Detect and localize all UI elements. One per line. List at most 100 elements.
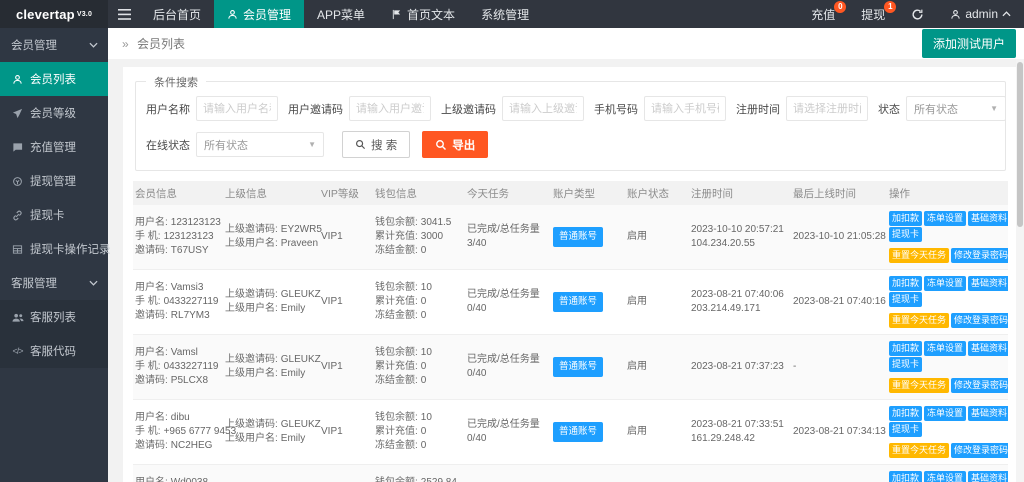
filter-label: 用户名称	[146, 101, 190, 117]
filter-row-2: 在线状态 所有状态 ▼ 搜 索 导出	[146, 131, 995, 158]
action-basic-profile-button[interactable]: 基础资料	[968, 276, 1008, 291]
nav-label: 系统管理	[481, 6, 529, 23]
sidebar-item-label: 会员等级	[30, 105, 76, 121]
action-add-deduct-button[interactable]: 加扣款	[889, 211, 922, 226]
action-add-deduct-button[interactable]: 加扣款	[889, 471, 922, 482]
action-reset-tasks-button[interactable]: 重置今天任务	[889, 443, 949, 458]
export-button[interactable]: 导出	[422, 131, 488, 158]
breadcrumb-separator: »	[122, 37, 129, 51]
chat-icon	[12, 142, 23, 153]
sidebar-item-support-list[interactable]: 客服列表	[0, 300, 108, 334]
nav-item-members[interactable]: 会员管理	[214, 0, 304, 28]
action-change-password-button[interactable]: 修改登录密码	[951, 248, 1008, 263]
link-icon	[12, 210, 23, 221]
filter-online-status: 在线状态 所有状态 ▼	[146, 132, 324, 157]
action-reset-tasks-button[interactable]: 重置今天任务	[889, 378, 949, 393]
account-type-badge: 普通账号	[553, 422, 603, 441]
action-freeze-order-button[interactable]: 冻单设置	[924, 471, 966, 482]
sidebar-group-members[interactable]: 会员管理	[0, 28, 108, 62]
action-change-password-button[interactable]: 修改登录密码	[951, 313, 1008, 328]
filter-label: 注册时间	[736, 101, 780, 117]
reg-time-input[interactable]	[786, 96, 868, 121]
action-freeze-order-button[interactable]: 冻单设置	[924, 341, 966, 356]
wallet-info-cell: 钱包余额:3041.5 累计充值:3000 冻结金额:0	[373, 216, 465, 259]
action-freeze-order-button[interactable]: 冻单设置	[924, 276, 966, 291]
main-content: » 会员列表 添加测试用户 条件搜索 用户名称 用户邀请码 上级邀请码	[108, 28, 1024, 482]
admin-menu[interactable]: admin	[937, 0, 1024, 28]
scrollbar-thumb[interactable]	[1017, 62, 1023, 227]
action-reset-tasks-button[interactable]: 重置今天任务	[889, 248, 949, 263]
table-header: 会员信息 上级信息 VIP等级 钱包信息 今天任务 账户类型 账户状态 注册时间…	[133, 181, 1008, 205]
action-basic-profile-button[interactable]: 基础资料	[968, 341, 1008, 356]
user-code-input[interactable]	[349, 96, 431, 121]
sidebar-toggle-button[interactable]	[108, 0, 140, 28]
search-button-label: 搜 索	[371, 137, 397, 153]
recharge-menu-item[interactable]: 充值 0	[798, 0, 848, 28]
refresh-button[interactable]	[898, 0, 937, 28]
nav-item-app-menu[interactable]: APP菜单	[304, 0, 378, 28]
user-icon	[12, 74, 23, 85]
row-actions: 加扣款冻单设置基础资料 提现卡 重置今天任务修改登录密码	[887, 210, 1008, 264]
action-withdraw-card-button[interactable]: 提现卡	[889, 422, 922, 437]
account-type-cell: 普通账号	[551, 292, 625, 311]
member-info-cell: 用户名:123123123 手 机:123123123 邀请码:T67USY	[133, 216, 223, 259]
parent-code-input[interactable]	[502, 96, 584, 121]
withdraw-count-badge: 1	[884, 1, 896, 13]
withdraw-label: 提现	[861, 6, 885, 23]
vip-level-cell: VIP1	[319, 425, 373, 439]
action-basic-profile-button[interactable]: 基础资料	[968, 406, 1008, 421]
top-header: clevertapV3.0 后台首页 会员管理 APP菜单 首页文本 系统管理 …	[0, 0, 1024, 28]
action-change-password-button[interactable]: 修改登录密码	[951, 378, 1008, 393]
nav-item-system[interactable]: 系统管理	[468, 0, 542, 28]
action-change-password-button[interactable]: 修改登录密码	[951, 443, 1008, 458]
sidebar-item-label: 充值管理	[30, 139, 76, 155]
search-icon	[435, 139, 447, 151]
sidebar-item-member-list[interactable]: 会员列表	[0, 62, 108, 96]
action-basic-profile-button[interactable]: 基础资料	[968, 211, 1008, 226]
sidebar-item-withdraw-card[interactable]: 提现卡	[0, 198, 108, 232]
nav-label: 首页文本	[407, 6, 455, 23]
recharge-label: 充值	[811, 6, 835, 23]
account-type-cell: 普通账号	[551, 357, 625, 376]
action-add-deduct-button[interactable]: 加扣款	[889, 406, 922, 421]
wallet-info-cell: 钱包余额:2529.84 累计充值:2268 冻结金额:0	[373, 476, 465, 482]
withdraw-menu-item[interactable]: 提现 1	[848, 0, 898, 28]
action-withdraw-card-button[interactable]: 提现卡	[889, 227, 922, 242]
action-add-deduct-button[interactable]: 加扣款	[889, 276, 922, 291]
nav-item-dashboard[interactable]: 后台首页	[140, 0, 214, 28]
member-info-cell: 用户名:dibu 手 机:+965 6777 9453 邀请码:NC2HEG	[133, 411, 223, 454]
sidebar-item-withdraw-card-log[interactable]: 提现卡操作记录	[0, 232, 108, 266]
brand-version: V3.0	[77, 11, 92, 18]
action-add-deduct-button[interactable]: 加扣款	[889, 341, 922, 356]
filter-row-1: 用户名称 用户邀请码 上级邀请码 手机号码 注册时间	[146, 96, 995, 121]
action-basic-profile-button[interactable]: 基础资料	[968, 471, 1008, 482]
action-freeze-order-button[interactable]: 冻单设置	[924, 406, 966, 421]
account-type-badge: 普通账号	[553, 357, 603, 376]
add-test-user-button[interactable]: 添加测试用户	[922, 29, 1016, 58]
action-withdraw-card-button[interactable]: 提现卡	[889, 357, 922, 372]
col-account-status: 账户状态	[625, 186, 689, 201]
sidebar-item-withdraw-mgmt[interactable]: 提现管理	[0, 164, 108, 198]
sidebar-item-support-code[interactable]: </> 客服代码	[0, 334, 108, 368]
status-select[interactable]: 所有状态 ▼	[906, 96, 1006, 121]
phone-input[interactable]	[644, 96, 726, 121]
breadcrumb-current: 会员列表	[137, 37, 185, 51]
sidebar-item-member-level[interactable]: 会员等级	[0, 96, 108, 130]
reg-time-cell: 2023-08-21 07:40:06 203.214.49.171	[689, 288, 791, 316]
row-actions: 加扣款冻单设置基础资料 提现卡 重置今天任务修改登录密码	[887, 470, 1008, 482]
account-status-cell: 启用	[625, 425, 689, 439]
user-icon	[227, 9, 238, 20]
username-input[interactable]	[196, 96, 278, 121]
sidebar-item-recharge-mgmt[interactable]: 充值管理	[0, 130, 108, 164]
sidebar-item-label: 提现卡操作记录	[30, 241, 111, 257]
chevron-down-icon: ▼	[990, 104, 998, 113]
nav-item-home-text[interactable]: 首页文本	[378, 0, 468, 28]
account-type-badge: 普通账号	[553, 227, 603, 246]
action-freeze-order-button[interactable]: 冻单设置	[924, 211, 966, 226]
action-withdraw-card-button[interactable]: 提现卡	[889, 292, 922, 307]
action-reset-tasks-button[interactable]: 重置今天任务	[889, 313, 949, 328]
sidebar-group-support[interactable]: 客服管理	[0, 266, 108, 300]
search-button[interactable]: 搜 索	[342, 131, 410, 158]
online-status-select[interactable]: 所有状态 ▼	[196, 132, 324, 157]
table-row: 用户名:dibu 手 机:+965 6777 9453 邀请码:NC2HEG 上…	[133, 400, 1008, 465]
